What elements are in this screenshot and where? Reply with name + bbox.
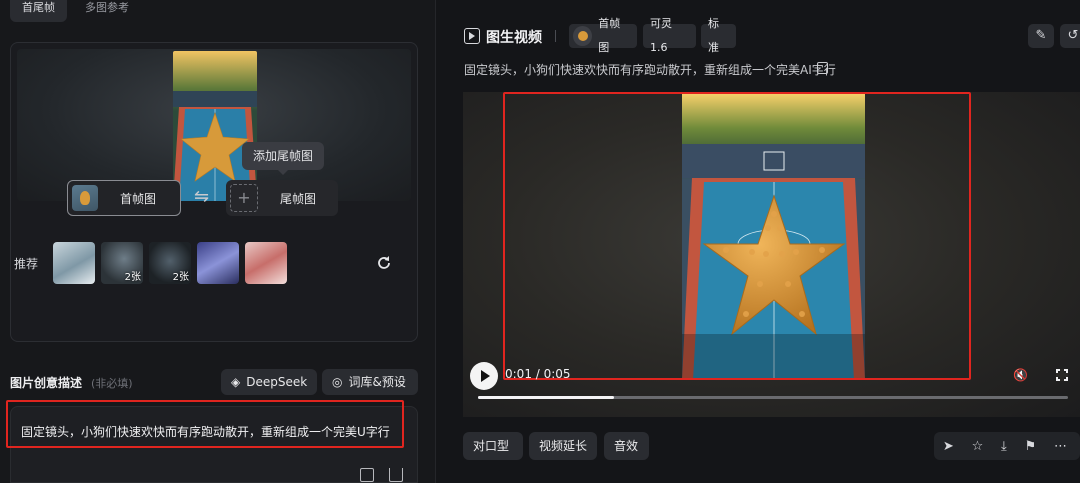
recommend-count: 2张 xyxy=(124,272,141,283)
recommend-count: 2张 xyxy=(172,272,189,283)
extend-video-button[interactable]: 视频延长 xyxy=(529,432,597,460)
undo-icon[interactable]: ↺ xyxy=(1060,24,1080,48)
copy-icon[interactable] xyxy=(817,62,828,74)
chip-quality: 标准 xyxy=(701,17,736,54)
lip-sync-button[interactable]: 对口型 xyxy=(463,432,523,460)
recommend-item[interactable] xyxy=(197,242,239,284)
chip-model: 可灵 1.6 xyxy=(643,17,696,54)
mute-icon[interactable]: 🔇 xyxy=(1013,368,1028,382)
recommend-item[interactable]: 2张 xyxy=(149,242,191,284)
header-divider xyxy=(555,30,556,42)
deepseek-icon: ◈ xyxy=(231,375,241,389)
bulb-icon: ◎ xyxy=(332,375,343,389)
chip-first-frame-label: 首帧图 xyxy=(598,17,621,54)
download-icon[interactable]: ⤓ xyxy=(1001,439,1007,454)
recommend-item[interactable]: 2张 xyxy=(101,242,143,284)
left-panel: 首尾帧 多图参考 添加尾帧图 首帧图 ⇋ + 尾帧图 推荐 2张 2张 图片创意… xyxy=(0,0,436,483)
recommend-list: 2张 2张 xyxy=(53,242,287,284)
video-timecode: 0:01 / 0:05 xyxy=(505,367,571,381)
first-frame-thumbnail xyxy=(72,185,98,211)
highlight-box-video xyxy=(503,92,971,380)
play-button[interactable] xyxy=(470,362,498,390)
first-frame-button[interactable]: 首帧图 xyxy=(67,180,181,216)
add-last-frame-tooltip: 添加尾帧图 xyxy=(242,142,324,175)
library-preset-label: 词库&预设 xyxy=(348,375,406,389)
recommend-item[interactable] xyxy=(53,242,95,284)
video-progress-fill xyxy=(478,396,614,399)
last-frame-label: 尾帧图 xyxy=(280,191,317,206)
tab-first-last-frame[interactable]: 首尾帧 xyxy=(10,0,67,22)
description-title: 图片创意描述 xyxy=(10,376,83,390)
video-actions: ➤ ☆ ⤓ ⚑ ⋯ xyxy=(934,432,1080,460)
sound-effect-button[interactable]: 音效 xyxy=(604,432,649,460)
mode-tabs: 首尾帧 多图参考 xyxy=(10,0,141,22)
first-frame-image xyxy=(173,51,257,201)
video-icon xyxy=(464,28,480,44)
save-icon[interactable] xyxy=(360,468,374,482)
video-progress-bar[interactable] xyxy=(478,396,1068,399)
last-frame-button[interactable]: + 尾帧图 xyxy=(226,180,338,216)
refresh-icon[interactable] xyxy=(376,255,392,271)
plus-icon: + xyxy=(230,184,258,212)
star-icon[interactable]: ☆ xyxy=(972,439,984,454)
send-icon[interactable]: ➤ xyxy=(943,439,954,454)
deepseek-label: DeepSeek xyxy=(246,375,308,389)
more-icon[interactable]: ⋯ xyxy=(1054,439,1067,454)
first-frame-preview xyxy=(17,49,411,201)
trash-icon[interactable] xyxy=(389,468,403,482)
edit-icon[interactable]: ✎ xyxy=(1028,24,1054,48)
recommend-item[interactable] xyxy=(245,242,287,284)
description-hint: (非必填) xyxy=(91,377,133,390)
swap-frames-icon[interactable]: ⇋ xyxy=(194,186,209,207)
page-title: 图生视频 xyxy=(486,30,542,46)
flag-icon[interactable]: ⚑ xyxy=(1025,439,1037,454)
highlight-box-description xyxy=(6,400,404,448)
library-preset-button[interactable]: ◎ 词库&预设 xyxy=(322,369,418,395)
prompt-text: 固定镜头，小狗们快速欢快而有序跑动散开，重新组成一个完美AI字行 xyxy=(464,63,836,77)
recommend-label: 推荐 xyxy=(14,257,39,271)
fullscreen-icon[interactable] xyxy=(1056,369,1068,381)
deepseek-button[interactable]: ◈ DeepSeek xyxy=(221,369,317,395)
frame-avatar xyxy=(573,26,593,46)
first-frame-label: 首帧图 xyxy=(120,191,157,206)
tab-multi-reference[interactable]: 多图参考 xyxy=(73,0,141,22)
chip-first-frame: 首帧图 xyxy=(569,17,637,54)
